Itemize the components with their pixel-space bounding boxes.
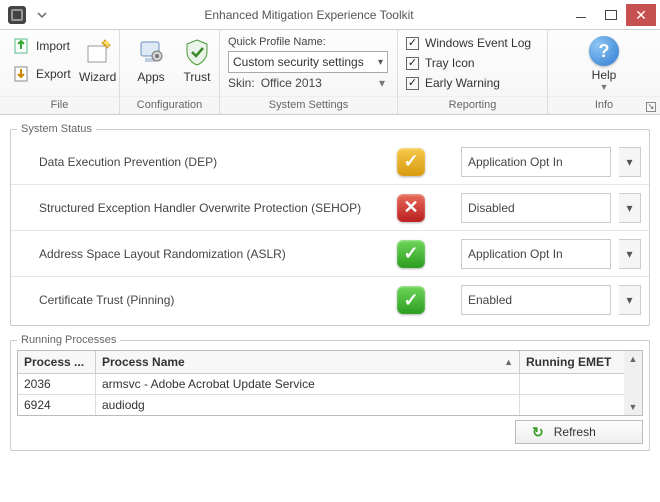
column-header-pid[interactable]: Process ... bbox=[18, 351, 96, 373]
config-group-label: Configuration bbox=[120, 96, 219, 114]
status-ok-icon bbox=[397, 240, 425, 268]
cell-pid: 2036 bbox=[18, 374, 96, 394]
status-name: Data Execution Prevention (DEP) bbox=[39, 155, 389, 169]
skin-dropdown-button[interactable]: ▾ bbox=[376, 77, 388, 89]
import-icon bbox=[12, 36, 32, 56]
apps-icon bbox=[135, 36, 167, 68]
status-row: Address Space Layout Randomization (ASLR… bbox=[11, 231, 649, 277]
window-title: Enhanced Mitigation Experience Toolkit bbox=[52, 8, 566, 22]
status-dropdown-button[interactable]: ▾ bbox=[619, 147, 641, 177]
running-processes-panel: Running Processes Process ... Process Na… bbox=[10, 334, 650, 451]
scroll-up-icon[interactable]: ▲ bbox=[624, 351, 642, 367]
checkbox-icon bbox=[406, 37, 419, 50]
cell-pid: 6924 bbox=[18, 395, 96, 415]
refresh-label: Refresh bbox=[554, 425, 596, 439]
table-row[interactable]: 6924audiodg bbox=[18, 395, 624, 415]
table-row[interactable]: 2036armsvc - Adobe Acrobat Update Servic… bbox=[18, 374, 624, 395]
status-dropdown-button[interactable]: ▾ bbox=[619, 239, 641, 269]
chevron-down-icon: ▾ bbox=[378, 57, 383, 68]
maximize-button[interactable] bbox=[596, 4, 626, 26]
apps-button[interactable]: Apps bbox=[128, 34, 174, 86]
windows-event-log-checkbox[interactable]: Windows Event Log bbox=[406, 36, 531, 50]
windows-event-log-label: Windows Event Log bbox=[425, 36, 531, 50]
system-status-legend: System Status bbox=[17, 123, 96, 135]
export-label: Export bbox=[36, 67, 71, 81]
system-status-panel: System Status Data Execution Prevention … bbox=[10, 123, 650, 326]
status-warn-icon bbox=[397, 148, 425, 176]
cell-emet bbox=[520, 374, 624, 394]
sort-asc-icon: ▲ bbox=[504, 357, 513, 367]
status-err-icon bbox=[397, 194, 425, 222]
cell-emet bbox=[520, 395, 624, 415]
checkbox-icon bbox=[406, 77, 419, 90]
minimize-button[interactable] bbox=[566, 4, 596, 26]
status-ok-icon bbox=[397, 286, 425, 314]
reporting-group-label: Reporting bbox=[398, 96, 547, 114]
trust-button[interactable]: Trust bbox=[174, 34, 220, 86]
status-value-select[interactable]: Enabled bbox=[461, 285, 611, 315]
scroll-down-icon[interactable]: ▼ bbox=[624, 399, 642, 415]
chevron-down-icon: ▼ bbox=[600, 82, 609, 92]
process-scrollbar[interactable]: ▲ ▼ bbox=[624, 351, 642, 415]
column-header-emet[interactable]: Running EMET bbox=[520, 351, 624, 373]
wizard-icon bbox=[82, 36, 114, 68]
app-icon bbox=[8, 6, 26, 24]
file-group-label: File bbox=[0, 96, 119, 114]
process-table: Process ... Process Name▲ Running EMET 2… bbox=[17, 350, 643, 416]
quick-profile-select[interactable]: Custom security settings ▾ bbox=[228, 51, 388, 73]
skin-label: Skin: bbox=[228, 76, 255, 90]
ribbon: Import Export Wizard File bbox=[0, 30, 660, 115]
skin-value: Office 2013 bbox=[261, 76, 322, 90]
status-dropdown-button[interactable]: ▾ bbox=[619, 285, 641, 315]
early-warning-checkbox[interactable]: Early Warning bbox=[406, 76, 531, 90]
import-button[interactable]: Import bbox=[8, 34, 75, 58]
column-header-name[interactable]: Process Name▲ bbox=[96, 351, 520, 373]
help-button[interactable]: ? Help ▼ bbox=[579, 34, 629, 94]
cell-name: armsvc - Adobe Acrobat Update Service bbox=[96, 374, 520, 394]
import-label: Import bbox=[36, 39, 70, 53]
export-button[interactable]: Export bbox=[8, 62, 75, 86]
status-name: Certificate Trust (Pinning) bbox=[39, 293, 389, 307]
status-row: Certificate Trust (Pinning) Enabled ▾ bbox=[11, 277, 649, 323]
status-dropdown-button[interactable]: ▾ bbox=[619, 193, 641, 223]
trust-icon bbox=[181, 36, 213, 68]
qat-customize-button[interactable] bbox=[32, 5, 52, 25]
apps-label: Apps bbox=[137, 70, 164, 84]
wizard-button[interactable]: Wizard bbox=[75, 34, 121, 86]
trust-label: Trust bbox=[184, 70, 211, 84]
title-bar: Enhanced Mitigation Experience Toolkit bbox=[0, 0, 660, 30]
running-processes-legend: Running Processes bbox=[17, 334, 120, 346]
help-label: Help bbox=[592, 68, 617, 82]
quick-profile-label: Quick Profile Name: bbox=[228, 36, 388, 48]
status-value-select[interactable]: Application Opt In bbox=[461, 147, 611, 177]
status-row: Structured Exception Handler Overwrite P… bbox=[11, 185, 649, 231]
info-group-label: Info bbox=[595, 99, 613, 111]
settings-group-label: System Settings bbox=[220, 96, 397, 114]
early-warning-label: Early Warning bbox=[425, 76, 500, 90]
refresh-button[interactable]: ↻ Refresh bbox=[515, 420, 643, 444]
close-button[interactable] bbox=[626, 4, 656, 26]
status-value-select[interactable]: Disabled bbox=[461, 193, 611, 223]
checkbox-icon bbox=[406, 57, 419, 70]
status-name: Structured Exception Handler Overwrite P… bbox=[39, 201, 389, 215]
status-name: Address Space Layout Randomization (ASLR… bbox=[39, 247, 389, 261]
refresh-icon: ↻ bbox=[532, 424, 544, 441]
cell-name: audiodg bbox=[96, 395, 520, 415]
export-icon bbox=[12, 64, 32, 84]
wizard-label: Wizard bbox=[79, 70, 116, 84]
info-launcher-button[interactable]: ↘ bbox=[646, 102, 656, 112]
status-value-select[interactable]: Application Opt In bbox=[461, 239, 611, 269]
status-row: Data Execution Prevention (DEP) Applicati… bbox=[11, 139, 649, 185]
help-icon: ? bbox=[589, 36, 619, 66]
quick-profile-value: Custom security settings bbox=[233, 55, 364, 69]
tray-icon-label: Tray Icon bbox=[425, 56, 475, 70]
tray-icon-checkbox[interactable]: Tray Icon bbox=[406, 56, 531, 70]
